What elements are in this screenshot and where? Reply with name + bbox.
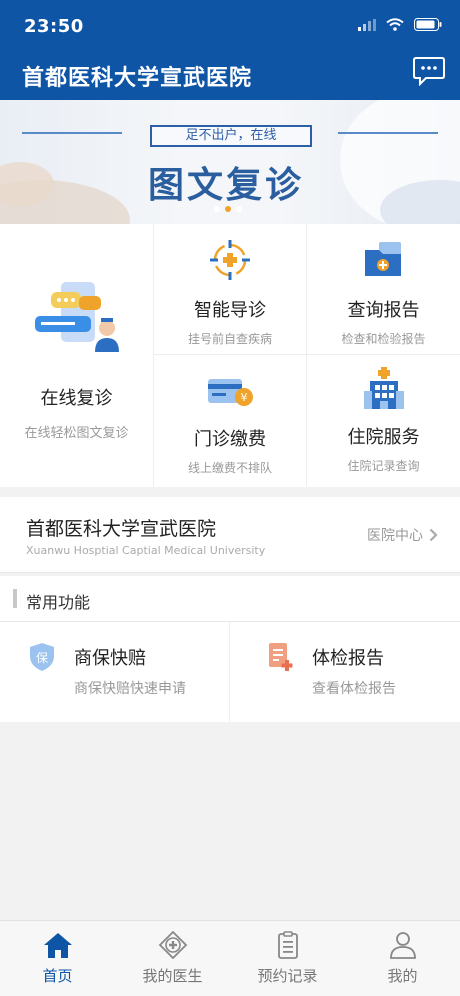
service-label: 在线复诊 [40, 388, 113, 409]
func-sub: 查看体检报告 [312, 681, 396, 697]
service-sub: 住院记录查询 [347, 459, 420, 473]
service-query-report[interactable]: 查询报告 检查和检验报告 [307, 224, 460, 355]
wifi-icon [386, 18, 404, 31]
service-label: 门诊缴费 [194, 429, 266, 450]
tab-label: 首页 [42, 967, 73, 985]
func-sub: 商保快赔快速申请 [74, 681, 186, 697]
crosshair-medical-icon [210, 240, 250, 280]
tab-my-doctor[interactable]: 我的医生 [115, 921, 230, 996]
carousel-dot-active[interactable] [225, 206, 231, 212]
page-title: 首都医科大学宣武医院 [22, 66, 253, 91]
insurance-shield-icon: 保 [30, 643, 54, 671]
service-inpatient[interactable]: 住院服务 住院记录查询 [307, 355, 460, 486]
service-label: 住院服务 [347, 427, 420, 448]
app-header: 23:50 首都医科大学宣武医院 [0, 0, 460, 100]
section-accent-bar [13, 589, 17, 608]
online-consult-icon [34, 282, 119, 352]
tab-profile[interactable]: 我的 [345, 921, 460, 996]
hospital-building-icon [363, 367, 404, 409]
payment-card-icon: ¥ [208, 379, 253, 406]
status-icons [358, 18, 442, 31]
chevron-right-icon [429, 528, 438, 542]
service-sub: 在线轻松图文复诊 [24, 426, 129, 441]
carousel-indicator [214, 206, 242, 212]
status-time: 23:50 [24, 16, 84, 37]
checkup-report-icon [269, 643, 293, 671]
hospital-center-label: 医院中心 [367, 528, 423, 544]
service-sub: 检查和检验报告 [341, 332, 426, 346]
battery-icon [414, 18, 442, 31]
bottom-tab-bar: 首页 我的医生 预约记录 我的 [0, 920, 460, 996]
svg-text:¥: ¥ [241, 391, 248, 404]
service-grid: 在线复诊 在线轻松图文复诊 智能导诊 挂号前自查疾病 查询报告 检查和检验报告 [0, 224, 460, 487]
svg-text:保: 保 [36, 651, 48, 665]
func-checkup-report[interactable]: 体检报告 查看体检报告 [230, 622, 460, 722]
message-button[interactable] [412, 56, 446, 87]
user-icon [389, 932, 416, 959]
service-sub: 线上缴费不排队 [187, 461, 272, 475]
service-outpatient-pay[interactable]: ¥ 门诊缴费 线上缴费不排队 [154, 355, 307, 486]
tab-home[interactable]: 首页 [0, 921, 115, 996]
report-folder-icon [364, 242, 401, 276]
section-title: 常用功能 [26, 593, 91, 612]
service-label: 智能导诊 [194, 300, 266, 321]
service-smart-guide[interactable]: 智能导诊 挂号前自查疾病 [154, 224, 307, 355]
service-sub: 挂号前自查疾病 [187, 332, 272, 346]
hospital-center-link[interactable]: 医院中心 [367, 525, 438, 545]
carousel-dot[interactable] [236, 206, 242, 212]
service-online-revisit[interactable]: 在线复诊 在线轻松图文复诊 [0, 224, 154, 487]
tab-appointments[interactable]: 预约记录 [230, 921, 345, 996]
banner-subtitle: 足不出户，在线 [150, 125, 312, 147]
home-icon [43, 933, 72, 958]
common-functions: 保 商保快赔 商保快赔快速申请 体检报告 查看体检报告 [0, 622, 460, 722]
chat-bubble-icon [413, 57, 445, 87]
service-label: 查询报告 [347, 300, 420, 321]
hospital-name-en: Xuanwu Hosptial Captial Medical Universi… [26, 544, 266, 557]
tab-label: 我的医生 [142, 967, 203, 985]
hospital-center-row[interactable]: 首都医科大学宣武医院 Xuanwu Hosptial Captial Medic… [0, 497, 460, 573]
tab-label: 我的 [387, 967, 418, 985]
hospital-name: 首都医科大学宣武医院 [26, 518, 217, 540]
signal-icon [358, 18, 376, 31]
carousel-dot[interactable] [214, 206, 220, 212]
func-title: 体检报告 [312, 648, 384, 669]
clipboard-icon [277, 931, 298, 959]
banner-title: 图文复诊 [148, 165, 305, 206]
medical-cross-icon [158, 930, 187, 960]
banner-line-right [338, 132, 438, 134]
func-title: 商保快赔 [74, 648, 146, 669]
common-functions-header: 常用功能 [0, 576, 460, 622]
banner-line-left [22, 132, 122, 134]
func-insurance-claim[interactable]: 保 商保快赔 商保快赔快速申请 [0, 622, 230, 722]
tab-label: 预约记录 [257, 967, 318, 985]
